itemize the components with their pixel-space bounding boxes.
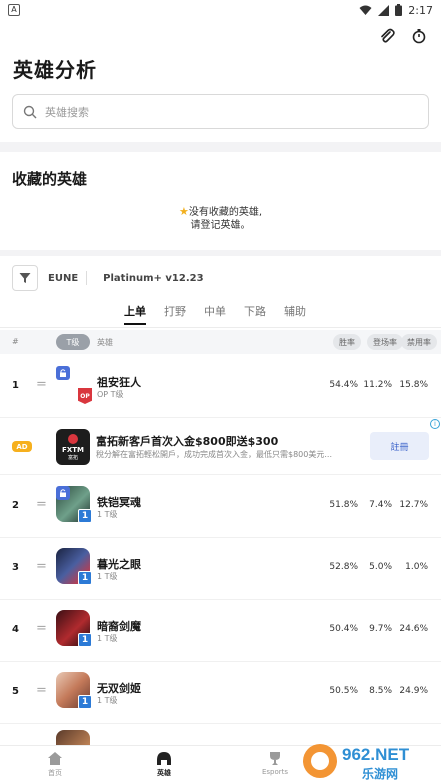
tab-bottom[interactable]: 下路: [244, 303, 266, 325]
ban-rate: 24.9%: [399, 686, 428, 696]
search-icon: [23, 105, 37, 118]
tabs-divider: [0, 327, 441, 328]
hero-name: 祖安狂人: [97, 376, 141, 389]
home-icon: [48, 752, 62, 765]
ad-banner[interactable]: AD FXTM 富拓 富拓新客戶首次入金$800即送$300 稅分解在富拓輕松開…: [0, 419, 441, 475]
svg-text:962.NET: 962.NET: [342, 745, 410, 764]
hero-tier: 1 T级: [97, 572, 118, 581]
lock-icon: [56, 366, 70, 380]
pick-rate: 8.5%: [369, 686, 392, 696]
rank-number: 4: [12, 624, 19, 635]
table-row[interactable]: 3 = 1 暮光之眼 1 T级 52.8% 5.0% 1.0%: [0, 538, 441, 600]
tier-sort-button[interactable]: T级: [56, 334, 90, 350]
hero-name: 暗裔剑魔: [97, 620, 141, 633]
lock-icon: [56, 486, 70, 500]
filter-icon: [19, 273, 31, 283]
pick-rate-sort-button[interactable]: 登场率: [367, 334, 403, 350]
status-bar: A 2:17: [0, 0, 441, 20]
op-tier-badge: OP: [78, 388, 92, 404]
helmet-icon: [157, 752, 171, 765]
tier-badge: 1: [78, 695, 92, 709]
star-icon: ★: [178, 205, 189, 218]
rank-number: 3: [12, 562, 19, 573]
nav-esports[interactable]: Esports: [245, 751, 305, 776]
rank-number: 1: [12, 380, 19, 391]
pick-rate: 9.7%: [369, 624, 392, 634]
rank-change-icon: =: [36, 377, 47, 392]
hero-name: 铁铠冥魂: [97, 496, 141, 509]
svg-text:乐游网: 乐游网: [362, 766, 398, 781]
tier-badge: 1: [78, 571, 92, 585]
rank-change-icon: =: [36, 683, 47, 698]
win-rate-sort-button[interactable]: 胜率: [333, 334, 361, 350]
ad-title: 富拓新客戶首次入金$800即送$300: [96, 435, 279, 448]
rank-number: 2: [12, 500, 19, 511]
trophy-icon: [270, 752, 280, 765]
hero-header: 英雄: [97, 338, 113, 347]
paperclip-icon[interactable]: [377, 26, 397, 46]
table-header: # T级 英雄 胜率 登场率 禁用率: [0, 330, 441, 354]
pick-rate: 7.4%: [369, 500, 392, 510]
pick-rate: 5.0%: [369, 562, 392, 572]
tier-badge: 1: [78, 509, 92, 523]
rank-header: #: [12, 337, 19, 346]
ban-rate: 12.7%: [399, 500, 428, 510]
tier-badge: 1: [78, 633, 92, 647]
nav-home[interactable]: 首页: [25, 751, 85, 778]
rank-change-icon: =: [36, 559, 47, 574]
ad-badge: AD: [12, 441, 32, 452]
table-row[interactable]: 2 = 1 铁铠冥魂 1 T级 51.8% 7.4% 12.7%: [0, 476, 441, 538]
hero-tier: 1 T级: [97, 634, 118, 643]
rank-change-icon: =: [36, 497, 47, 512]
rank-change-icon: =: [36, 621, 47, 636]
tab-support[interactable]: 辅助: [284, 303, 306, 325]
ban-rate-sort-button[interactable]: 禁用率: [401, 334, 437, 350]
filter-button[interactable]: [12, 265, 38, 291]
signal-icon: [378, 4, 390, 16]
tab-jungle[interactable]: 打野: [164, 303, 186, 325]
nav-heroes[interactable]: 英雄: [134, 751, 194, 778]
table-row[interactable]: 1 = OP 祖安狂人 OP T级 54.4% 11.2% 15.8%: [0, 356, 441, 418]
fxtm-logo: FXTM 富拓: [56, 429, 90, 465]
wifi-icon: [359, 5, 372, 15]
section-divider: [0, 250, 441, 256]
table-row[interactable]: 4 = 1 暗裔剑魔 1 T级 50.4% 9.7% 24.6%: [0, 600, 441, 662]
ad-description: 稅分解在富拓輕松開戶，成功完成首次入金，最低只需$800美元...: [96, 450, 332, 459]
notification-icon: A: [8, 4, 20, 16]
hero-tier: 1 T级: [97, 510, 118, 519]
tab-mid[interactable]: 中单: [204, 303, 226, 325]
clock-time: 2:17: [408, 3, 433, 17]
header-actions: [377, 26, 429, 46]
lane-tabs: 上单 打野 中单 下路 辅助: [124, 303, 306, 325]
ban-rate: 24.6%: [399, 624, 428, 634]
hero-tier: OP T级: [97, 390, 124, 399]
section-divider: [0, 142, 441, 152]
watermark-logo: 962.NET 乐游网: [300, 738, 441, 784]
ad-register-button[interactable]: 註冊: [370, 432, 429, 460]
divider: [86, 271, 88, 285]
hero-name: 暮光之眼: [97, 558, 141, 571]
region-selector[interactable]: EUNE: [48, 273, 78, 284]
hero-name: 无双剑姬: [97, 682, 141, 695]
page-title: 英雄分析: [13, 58, 97, 82]
ban-rate: 1.0%: [405, 562, 428, 572]
filter-row: EUNE Platinum+ v12.23: [12, 264, 204, 292]
favorites-empty-message: ★没有收藏的英雄, 请登记英雄。: [178, 205, 263, 231]
tier-version-selector[interactable]: Platinum+ v12.23: [103, 273, 203, 284]
hero-tier: 1 T级: [97, 696, 118, 705]
tab-top[interactable]: 上单: [124, 303, 146, 325]
info-icon[interactable]: i: [430, 419, 440, 429]
pick-rate: 11.2%: [363, 380, 392, 390]
rank-number: 5: [12, 686, 19, 697]
stopwatch-icon[interactable]: [409, 26, 429, 46]
ban-rate: 15.8%: [399, 380, 428, 390]
search-input[interactable]: 英雄搜索: [12, 94, 429, 129]
battery-icon: [395, 4, 403, 16]
table-row[interactable]: 5 = 1 无双剑姬 1 T级 50.5% 8.5% 24.9%: [0, 662, 441, 724]
search-placeholder: 英雄搜索: [45, 105, 89, 119]
favorites-title: 收藏的英雄: [12, 170, 88, 188]
